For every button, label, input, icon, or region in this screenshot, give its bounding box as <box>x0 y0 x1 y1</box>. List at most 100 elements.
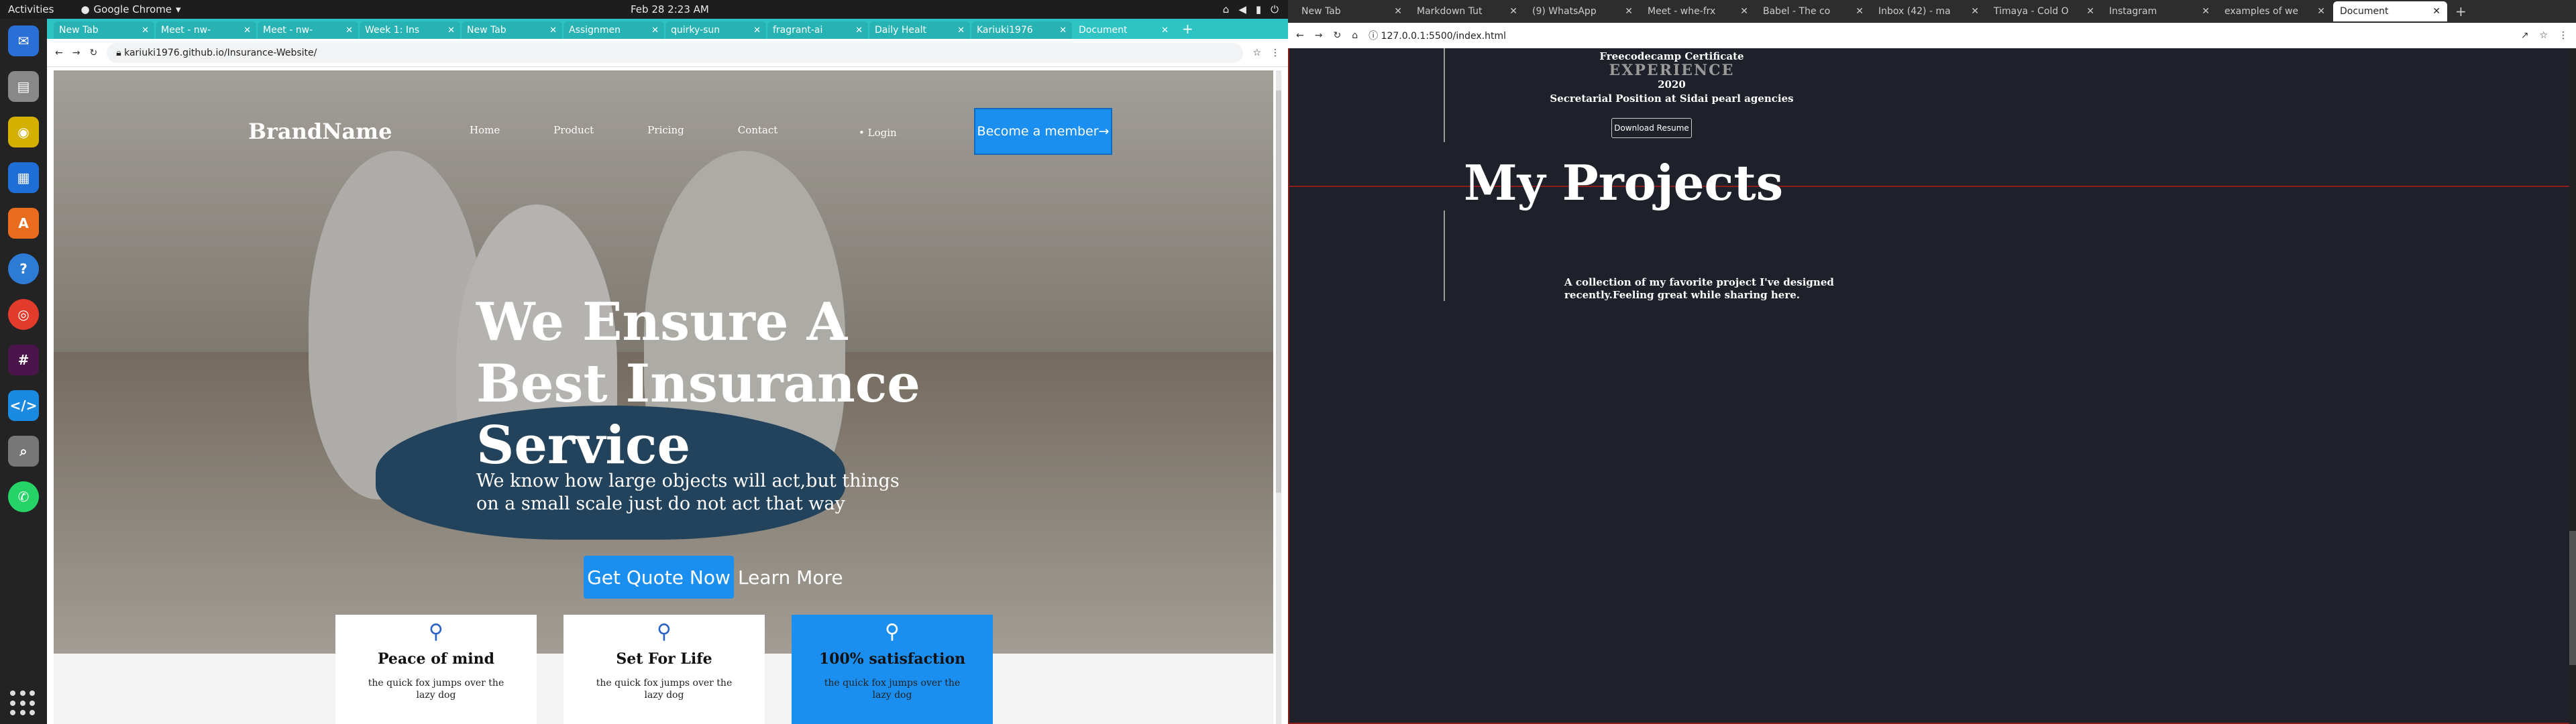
scrollbar[interactable] <box>2569 48 2576 724</box>
tab[interactable]: Timaya - Cold O ✕ <box>1987 1 2101 21</box>
rhythmbox-icon[interactable]: ◉ <box>8 117 39 147</box>
nav-home[interactable]: Home <box>470 124 500 136</box>
download-resume-button[interactable]: Download Resume <box>1611 118 1692 138</box>
scrollbar[interactable] <box>1276 70 1281 724</box>
new-tab-icon[interactable]: + <box>1182 21 1193 37</box>
nav-contact[interactable]: Contact <box>738 124 778 136</box>
system-tray[interactable]: ⌂ ◀ ▮ ⏻ <box>1223 3 1279 15</box>
divider <box>1444 48 1445 142</box>
close-icon: ✕ <box>651 25 659 36</box>
browser-window-right: New Tab ✕ Markdown Tut ✕ (9) WhatsApp ✕ Mee… <box>1288 0 2576 724</box>
software-icon[interactable]: A <box>8 208 39 239</box>
share-icon[interactable]: ↗ <box>2521 30 2529 41</box>
battery-icon: ▮ <box>1255 3 1262 15</box>
tab[interactable]: (9) WhatsApp ✕ <box>1525 1 1640 21</box>
tab[interactable]: Week 1: Ins ✕ <box>360 21 460 39</box>
feature-card: ⚲ 100% satisfaction the quick fox jumps ov… <box>792 615 993 724</box>
back-icon[interactable]: ← <box>1296 30 1304 41</box>
close-icon: ✕ <box>1059 25 1067 36</box>
close-icon: ✕ <box>855 25 863 36</box>
tab[interactable]: Assignmen ✕ <box>564 21 664 39</box>
extensions-icon[interactable]: ⋮ <box>1271 48 1280 58</box>
feature-icon: ⚲ <box>657 620 672 644</box>
tab[interactable]: Babel - The co ✕ <box>1756 1 1870 21</box>
tab[interactable]: New Tab ✕ <box>462 21 562 39</box>
feature-icon: ⚲ <box>429 620 443 644</box>
writer-icon[interactable]: ▦ <box>8 162 39 193</box>
close-icon: ✕ <box>957 25 965 36</box>
star-icon[interactable]: ☆ <box>2539 30 2548 41</box>
tab[interactable]: New Tab ✕ <box>54 21 154 39</box>
address-bar[interactable]: 🔒︎ kariuki1976.github.io/Insurance-Websi… <box>107 42 1244 63</box>
whatsapp-icon[interactable]: ✆ <box>8 481 39 512</box>
close-icon: ✕ <box>2317 6 2325 17</box>
help-icon[interactable]: ? <box>8 253 39 284</box>
dock: ✉ ▤ ◉ ▦ A ? ◎ # </> ⌕ ✆ <box>0 19 47 724</box>
close-icon: ✕ <box>142 25 149 36</box>
experience-section: Freecodecamp Certificate EXPERIENCE 2020… <box>1550 50 1794 105</box>
close-icon: ✕ <box>447 25 455 36</box>
get-quote-button[interactable]: Get Quote Now <box>584 556 734 599</box>
close-icon: ✕ <box>1394 6 1402 17</box>
slack-icon[interactable]: # <box>8 345 39 375</box>
login-link[interactable]: • Login <box>859 127 897 139</box>
info-icon: ⓘ <box>1368 31 1381 42</box>
close-icon: ✕ <box>244 25 251 36</box>
vscode-icon[interactable]: </> <box>8 390 39 421</box>
back-icon[interactable]: ← <box>55 48 63 58</box>
tab[interactable]: quirky-sun ✕ <box>665 21 766 39</box>
tab[interactable]: Daily Healt ✕ <box>869 21 970 39</box>
tab[interactable]: Meet - nw- ✕ <box>156 21 256 39</box>
reload-icon[interactable]: ↻ <box>89 48 97 58</box>
close-icon: ✕ <box>1625 6 1633 17</box>
projects-description: A collection of my favorite project I've… <box>1564 276 1834 301</box>
tab[interactable]: Markdown Tut ✕ <box>1410 1 1524 21</box>
nav-product[interactable]: Product <box>553 124 594 136</box>
tab[interactable]: Meet - nw- ✕ <box>258 21 358 39</box>
close-icon: ✕ <box>345 25 353 36</box>
network-icon: ⌂ <box>1222 3 1230 15</box>
forward-icon[interactable]: → <box>72 48 80 58</box>
forward-icon[interactable]: → <box>1315 30 1323 41</box>
tab[interactable]: New Tab ✕ <box>1295 1 1409 21</box>
tab[interactable]: fragrant-ai ✕ <box>767 21 868 39</box>
feature-card: ⚲ Set For Life the quick fox jumps over th… <box>564 615 765 724</box>
search-icon[interactable]: ⌕ <box>8 436 39 467</box>
feature-card: ⚲ Peace of mind the quick fox jumps over t… <box>335 615 537 724</box>
system-topbar: Activities ● Google Chrome ▾ Feb 28 2:23 A… <box>0 0 1288 19</box>
tab[interactable]: Inbox (42) - ma ✕ <box>1872 1 1986 21</box>
show-apps-icon[interactable] <box>10 690 37 717</box>
tab[interactable]: examples of we ✕ <box>2218 1 2332 21</box>
divider <box>1444 210 1445 301</box>
tab-strip: New Tab ✕ Meet - nw- ✕ Meet - nw- ✕ Week 1:… <box>47 19 1288 39</box>
tab[interactable]: Instagram ✕ <box>2102 1 2216 21</box>
files-icon[interactable]: ▤ <box>8 71 39 102</box>
activities-button[interactable]: Activities <box>8 3 54 15</box>
learn-more-button[interactable]: Learn More <box>738 556 843 599</box>
close-icon: ✕ <box>1856 6 1864 17</box>
app-menu[interactable]: ● Google Chrome ▾ <box>80 3 180 15</box>
address-bar[interactable]: ⓘ 127.0.0.1:5500/index.html <box>1368 29 2510 42</box>
reload-icon[interactable]: ↻ <box>1333 30 1341 41</box>
become-member-button[interactable]: Become a member→ <box>974 108 1112 155</box>
nav-pricing[interactable]: Pricing <box>647 124 684 136</box>
new-tab-icon[interactable]: + <box>2455 3 2467 19</box>
brand-logo[interactable]: BrandName <box>248 119 392 144</box>
chrome-dock-icon[interactable]: ◎ <box>8 299 39 330</box>
tab-active[interactable]: Document ✕ <box>2333 1 2447 21</box>
thunderbird-icon[interactable]: ✉ <box>8 25 39 56</box>
feature-cards: ⚲ Peace of mind the quick fox jumps over t… <box>335 615 993 724</box>
projects-heading: My Projects <box>1464 154 1784 211</box>
volume-icon: ◀ <box>1238 3 1246 15</box>
close-icon: ✕ <box>2086 6 2094 17</box>
tab[interactable]: Meet - whe-frx ✕ <box>1641 1 1755 21</box>
extensions-icon[interactable]: ⋮ <box>2559 30 2568 41</box>
tab[interactable]: Kariuki1976 ✕ <box>971 21 1072 39</box>
toolbar: ← → ↻ 🔒︎ kariuki1976.github.io/Insurance… <box>47 39 1288 67</box>
star-icon[interactable]: ☆ <box>1252 48 1261 58</box>
tab-active[interactable]: Document ✕ <box>1073 21 1174 39</box>
home-icon[interactable]: ⌂ <box>1352 30 1358 41</box>
close-icon: ✕ <box>2432 6 2440 17</box>
page-content: Freecodecamp Certificate EXPERIENCE 2020… <box>1288 48 2576 724</box>
clock[interactable]: Feb 28 2:23 AM <box>631 3 709 15</box>
